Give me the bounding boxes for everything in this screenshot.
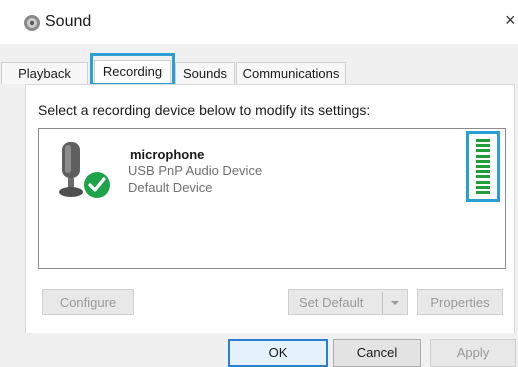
title-bar: Sound × <box>0 0 518 44</box>
level-meter-segment <box>476 154 490 158</box>
apply-button[interactable]: Apply <box>430 339 516 367</box>
tab-playback[interactable]: Playback <box>1 62 88 84</box>
split-separator <box>382 292 383 314</box>
window-title: Sound <box>45 13 92 30</box>
tab-recording[interactable]: Recording <box>94 60 171 84</box>
device-name: microphone <box>130 147 205 162</box>
level-meter-segment <box>476 180 490 184</box>
level-meter-segment <box>476 149 490 153</box>
tab-communications[interactable]: Communications <box>236 62 346 84</box>
instruction-text: Select a recording device below to modif… <box>38 102 371 118</box>
level-meter-segment <box>476 170 490 174</box>
green-check-icon <box>84 172 110 198</box>
level-meter-segment <box>476 144 490 148</box>
level-meter-segment <box>476 190 490 194</box>
ok-button[interactable]: OK <box>228 339 328 367</box>
level-meter <box>476 139 490 194</box>
device-status: Default Device <box>128 180 213 195</box>
level-meter-segment <box>476 139 490 142</box>
properties-button[interactable]: Properties <box>417 289 503 315</box>
microphone-icon <box>59 142 110 198</box>
device-description: USB PnP Audio Device <box>128 163 263 178</box>
level-meter-segment <box>476 159 490 163</box>
close-icon[interactable]: × <box>505 10 516 31</box>
level-meter-segment <box>476 175 490 179</box>
chevron-down-icon[interactable] <box>388 292 402 314</box>
tab-sounds[interactable]: Sounds <box>175 62 235 84</box>
level-meter-segment <box>476 164 490 168</box>
speaker-icon <box>24 15 40 31</box>
configure-button[interactable]: Configure <box>42 289 134 315</box>
sound-dialog: Sound × Playback Recording Sounds Commun… <box>0 0 518 367</box>
level-meter-segment <box>476 185 490 189</box>
cancel-button[interactable]: Cancel <box>333 339 421 367</box>
